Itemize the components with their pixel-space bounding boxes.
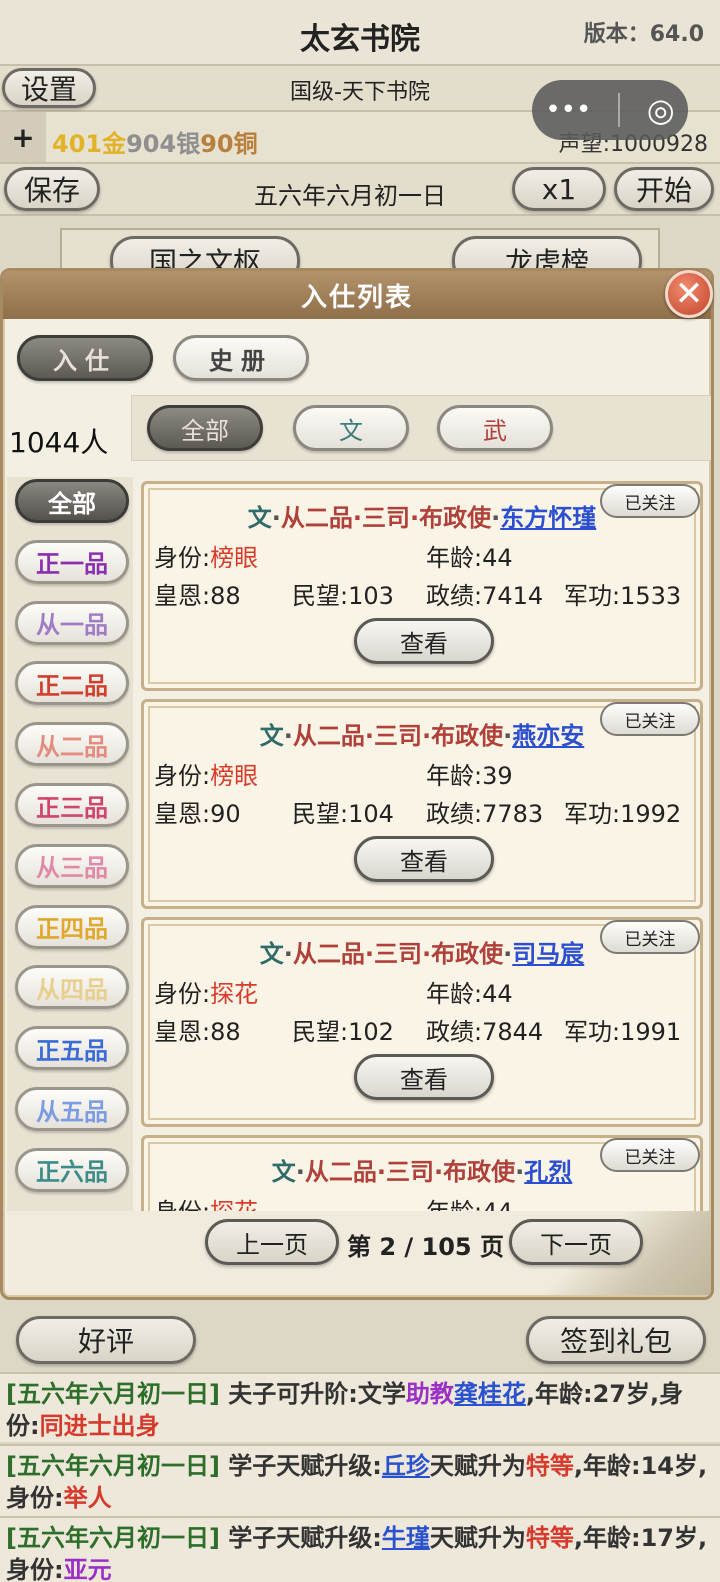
log-name-link[interactable]: 龚桂花 — [454, 1380, 526, 1408]
card-rank: 从二品·三司·布政使 — [280, 504, 492, 532]
log-text: 特等 — [525, 1524, 574, 1552]
identity-label: 身份: — [154, 762, 211, 790]
followed-badge[interactable]: 已关注 — [600, 920, 700, 954]
identity-label: 身份: — [154, 544, 211, 572]
official-card: 文·从二品·三司·布政使·燕亦安 已关注 身份:榜眼 年龄:39 皇恩:90 民… — [141, 699, 703, 909]
log-text: 助教 — [405, 1380, 454, 1408]
age-value: 年龄:44 — [426, 1192, 513, 1211]
jungong-value: 军功:1533 — [564, 582, 682, 610]
version-label: 版本：64.0 — [583, 22, 704, 47]
log-date: [五六年六月初一日] — [6, 1452, 220, 1480]
age-value: 年龄:44 — [426, 544, 513, 572]
identity-value: 榜眼 — [210, 544, 259, 572]
log-text: 学子天赋升级: — [219, 1452, 382, 1480]
card-type: 文 — [247, 504, 272, 532]
followed-badge[interactable]: 已关注 — [600, 484, 700, 518]
close-circle-icon[interactable]: ◎ — [647, 91, 675, 129]
filter-military[interactable]: 武 — [437, 405, 553, 451]
official-card: 文·从二品·三司·布政使·孔烈 已关注 身份:探花 年龄:44 — [141, 1135, 703, 1211]
card-list: 文·从二品·三司·布政使·东方怀瑾 已关注 身份:榜眼 年龄:44 皇恩:88 … — [3, 477, 711, 1211]
huangen-value: 皇恩:88 — [154, 1018, 241, 1046]
page-indicator: 第 2 / 105 页 — [347, 1233, 504, 1261]
log-entry: [五六年六月初一日] 学子天赋升级:牛瑾天赋升为特等,年龄:17岁,身份:亚元 — [0, 1516, 720, 1582]
zhengji-value: 政绩:7783 — [426, 800, 544, 828]
log-name-link[interactable]: 丘珍 — [382, 1452, 430, 1480]
modal-close-button[interactable]: ✕ — [665, 270, 713, 318]
identity-label: 身份: — [154, 1198, 210, 1211]
log-text: 亚元 — [63, 1556, 112, 1582]
identity-value: 探花 — [210, 980, 259, 1008]
review-button[interactable]: 好评 — [16, 1316, 196, 1364]
followed-badge[interactable]: 已关注 — [600, 702, 700, 736]
jungong-value: 军功:1991 — [564, 1018, 682, 1046]
card-type: 文 — [259, 722, 284, 750]
card-rank: 从二品·三司·布政使 — [292, 722, 504, 750]
minwang-value: 民望:103 — [292, 582, 394, 610]
official-name-link[interactable]: 燕亦安 — [512, 722, 584, 750]
official-card: 文·从二品·三司·布政使·东方怀瑾 已关注 身份:榜眼 年龄:44 皇恩:88 … — [141, 481, 703, 691]
log-text: 举人 — [63, 1484, 112, 1512]
prev-page-button[interactable]: 上一页 — [205, 1219, 339, 1265]
identity-value: 探花 — [210, 1198, 258, 1211]
identity-value: 榜眼 — [210, 762, 259, 790]
log-date: [五六年六月初一日] — [6, 1380, 220, 1408]
huangen-value: 皇恩:90 — [154, 800, 241, 828]
gift-button[interactable]: 签到礼包 — [526, 1316, 706, 1364]
card-rank: 从二品·三司·布政使 — [304, 1158, 516, 1186]
official-name-link[interactable]: 东方怀瑾 — [500, 504, 596, 532]
followed-badge[interactable]: 已关注 — [600, 1138, 700, 1172]
age-value: 年龄:39 — [426, 762, 513, 790]
officials-modal: 入仕列表 入仕 史册 1044人 全部 文 武 全部 正一品 从一品 正二品 从二品 正三… — [0, 268, 714, 1300]
gold-amount: 401金 — [52, 130, 127, 158]
date-bar: 保存 五六年六月初一日 x1 开始 — [0, 164, 720, 216]
jungong-value: 军功:1992 — [564, 800, 682, 828]
card-type: 文 — [259, 940, 284, 968]
tab-enter-office[interactable]: 入仕 — [17, 335, 153, 381]
age-value: 年龄:44 — [426, 980, 513, 1008]
log-text: 天赋升为 — [429, 1452, 526, 1480]
zhengji-value: 政绩:7414 — [426, 582, 544, 610]
title-bar: 太玄书院 版本：64.0 — [0, 0, 720, 66]
minwang-value: 民望:102 — [292, 1018, 394, 1046]
mini-program-capsule: ••• ◎ — [532, 80, 688, 140]
huangen-value: 皇恩:88 — [154, 582, 241, 610]
log-text: 文学 — [357, 1380, 406, 1408]
money-display: 401金904银90铜 — [52, 124, 258, 159]
card-type: 文 — [271, 1158, 296, 1186]
identity-label: 身份: — [154, 980, 211, 1008]
view-button[interactable]: 查看 — [354, 836, 494, 882]
official-count: 1044人 — [9, 426, 109, 459]
modal-title: 入仕列表 — [3, 271, 711, 319]
next-page-button[interactable]: 下一页 — [509, 1219, 643, 1265]
log-date: [五六年六月初一日] — [6, 1524, 220, 1552]
log-text: 特等 — [525, 1452, 574, 1480]
view-button[interactable]: 查看 — [354, 618, 494, 664]
log-entry: [五六年六月初一日] 夫子可升阶:文学助教龚桂花,年龄:27岁,身份:同进士出身 — [0, 1372, 720, 1442]
tab-history[interactable]: 史册 — [173, 335, 309, 381]
card-rank: 从二品·三司·布政使 — [292, 940, 504, 968]
filter-civil[interactable]: 文 — [293, 405, 409, 451]
speed-button[interactable]: x1 — [512, 167, 606, 211]
log-text: 天赋升为 — [429, 1524, 526, 1552]
filter-all[interactable]: 全部 — [147, 405, 263, 451]
official-card: 文·从二品·三司·布政使·司马宸 已关注 身份:探花 年龄:44 皇恩:88 民… — [141, 917, 703, 1127]
minwang-value: 民望:104 — [292, 800, 394, 828]
more-icon[interactable]: ••• — [545, 95, 591, 125]
view-button[interactable]: 查看 — [354, 1054, 494, 1100]
silver-amount: 904银 — [126, 130, 201, 158]
official-name-link[interactable]: 司马宸 — [512, 940, 584, 968]
add-money-button[interactable]: + — [0, 112, 46, 162]
log-name-link[interactable]: 牛瑾 — [382, 1524, 430, 1552]
start-button[interactable]: 开始 — [614, 167, 714, 211]
zhengji-value: 政绩:7844 — [426, 1018, 544, 1046]
copper-amount: 90铜 — [200, 130, 258, 158]
log-text: 夫子可升阶: — [219, 1380, 358, 1408]
official-name-link[interactable]: 孔烈 — [524, 1158, 572, 1186]
log-entry: [五六年六月初一日] 学子天赋升级:丘珍天赋升为特等,年龄:14岁,身份:举人 — [0, 1444, 720, 1516]
log-text: 同进士出身 — [39, 1412, 160, 1440]
log-text: 学子天赋升级: — [219, 1524, 382, 1552]
